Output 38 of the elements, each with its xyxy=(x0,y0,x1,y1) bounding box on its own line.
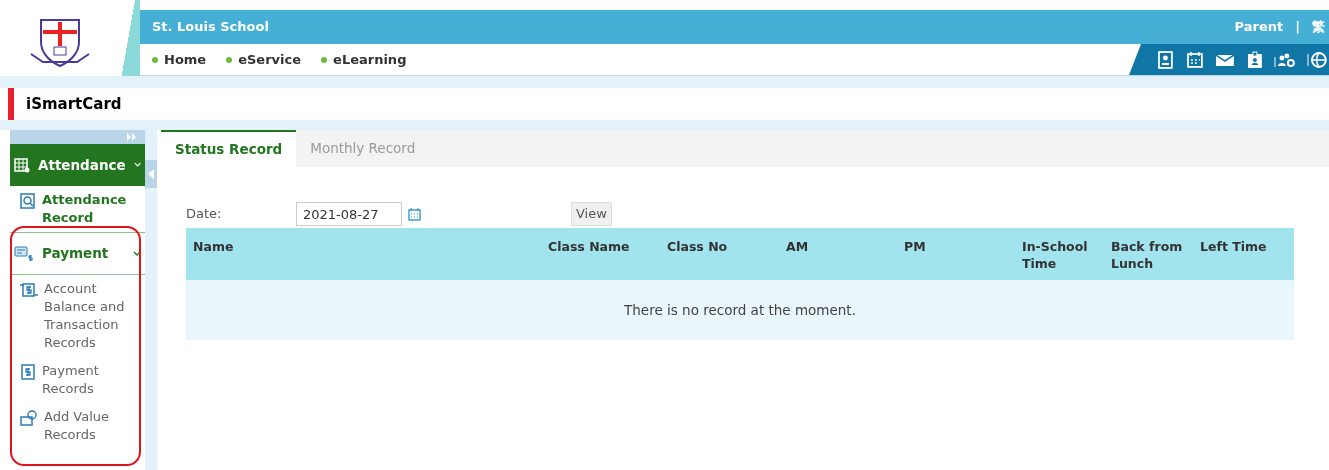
column-header: PM xyxy=(903,238,927,256)
empty-message: There is no record at the moment. xyxy=(624,300,856,320)
date-label: Date: xyxy=(186,205,223,224)
nav-link[interactable]: eLearning xyxy=(321,49,407,70)
nav-link[interactable]: eService xyxy=(226,49,302,70)
column-header: Name xyxy=(192,238,235,256)
chevron-icon xyxy=(133,250,141,257)
column-header: Class Name xyxy=(547,238,631,256)
column-header: Back from Lunch xyxy=(1110,238,1184,273)
sidebar-item[interactable]: Account Balance and Transaction Records xyxy=(10,275,145,357)
id-badge-icon[interactable] xyxy=(1245,50,1264,69)
chevron-icon xyxy=(133,162,141,168)
accent-bar xyxy=(8,88,14,120)
table-icon xyxy=(14,157,30,173)
calendar-icon[interactable] xyxy=(1185,50,1204,69)
sidebar-item[interactable]: Add Value Records xyxy=(10,403,145,449)
sidebar-section[interactable]: Attendance xyxy=(10,144,145,186)
column-header: In-School Time xyxy=(1021,238,1089,273)
tab[interactable]: Status Record xyxy=(161,130,297,167)
view-button[interactable]: View xyxy=(571,202,612,226)
nav-link[interactable]: Home xyxy=(152,49,207,70)
magnifier-document-icon xyxy=(20,193,36,209)
card-coin-icon xyxy=(20,410,38,426)
sidebar-item[interactable]: Payment Records xyxy=(10,357,145,403)
dollar-document-icon xyxy=(20,364,36,380)
calendar-icon[interactable] xyxy=(408,207,421,221)
page-title: iSmartCard xyxy=(26,93,122,115)
sidebar-item[interactable]: Attendance Record xyxy=(10,186,145,232)
date-field[interactable]: 2021-08-27 xyxy=(296,202,402,226)
separator: | xyxy=(1295,18,1300,37)
column-header: Class No xyxy=(666,238,729,256)
contact-card-icon[interactable] xyxy=(1157,50,1175,69)
column-header: Left Time xyxy=(1199,238,1268,256)
column-header: AM xyxy=(785,238,810,256)
globe-icon[interactable] xyxy=(1307,50,1329,69)
card-dollar-icon xyxy=(14,245,34,262)
school-name: St. Louis School xyxy=(152,18,269,37)
dollar-transfer-icon xyxy=(20,282,38,298)
